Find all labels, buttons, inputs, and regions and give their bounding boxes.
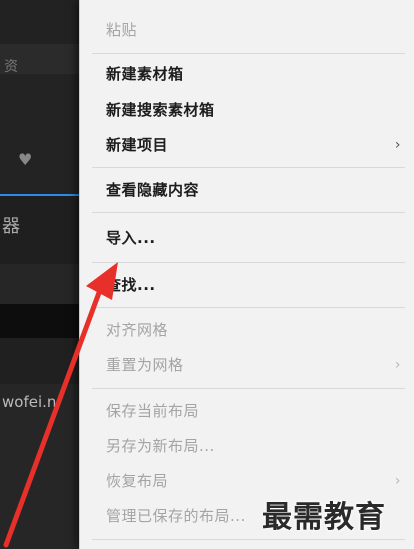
panel-header [0, 0, 80, 44]
menu-item-label: 导入... [106, 229, 156, 247]
menu-item-label: 恢复布局 [106, 472, 169, 490]
menu-separator [92, 167, 405, 168]
menu-separator [92, 307, 405, 308]
menu-item-paste[interactable]: 粘贴 [106, 15, 414, 45]
panel-title-fragment: 资 [4, 59, 18, 75]
menu-separator [92, 53, 405, 54]
menu-item-new-search-bin[interactable]: 新建搜索素材箱 [106, 95, 414, 125]
context-menu: 粘贴 新建素材箱 新建搜索素材箱 新建项目 › 查看隐藏内容 导入... 查找.… [79, 0, 414, 549]
menu-item-new-item[interactable]: 新建项目 › [106, 130, 414, 160]
menu-item-label: 新建项目 [106, 136, 169, 154]
menu-item-label: 查找... [106, 276, 156, 294]
panel-row [0, 264, 80, 304]
panel-row [0, 338, 80, 384]
menu-item-label: 查看隐藏内容 [106, 181, 200, 199]
heart-icon[interactable]: ♥ [18, 150, 32, 169]
menu-item-label: 另存为新布局... [106, 437, 215, 455]
menu-item-new-bin[interactable]: 新建素材箱 [106, 59, 414, 89]
menu-separator [92, 388, 405, 389]
submenu-chevron-icon: › [394, 473, 401, 489]
menu-item-snap-to-grid[interactable]: 对齐网格 [106, 315, 414, 345]
menu-item-label: 管理已保存的布局... [106, 507, 246, 525]
menu-item-save-as-new-layout[interactable]: 另存为新布局... [106, 431, 414, 461]
menu-item-label: 重置为网格 [106, 356, 184, 374]
menu-item-reset-to-grid[interactable]: 重置为网格 › [106, 350, 414, 380]
panel-toolbar [0, 74, 80, 194]
menu-item-import[interactable]: 导入... [106, 223, 414, 253]
menu-item-view-hidden[interactable]: 查看隐藏内容 [106, 175, 414, 205]
menu-item-label: 对齐网格 [106, 321, 169, 339]
watermark-text: 最需教育 [262, 500, 386, 535]
menu-item-save-layout[interactable]: 保存当前布局 [106, 396, 414, 426]
menu-item-label: 新建素材箱 [106, 65, 184, 83]
menu-item-find[interactable]: 查找... [106, 270, 414, 300]
menu-separator [92, 262, 405, 263]
menu-item-label: 粘贴 [106, 21, 138, 39]
menu-separator [92, 212, 405, 213]
panel-divider [0, 304, 80, 338]
submenu-chevron-icon: › [394, 137, 401, 153]
menu-item-label: 保存当前布局 [106, 402, 200, 420]
panel-tab-label-fragment[interactable]: 器 [2, 212, 20, 238]
submenu-chevron-icon: › [394, 357, 401, 373]
menu-item-label: 新建搜索素材箱 [106, 101, 215, 119]
list-item-text-fragment: wofei.n [2, 393, 57, 411]
menu-separator [92, 539, 405, 540]
